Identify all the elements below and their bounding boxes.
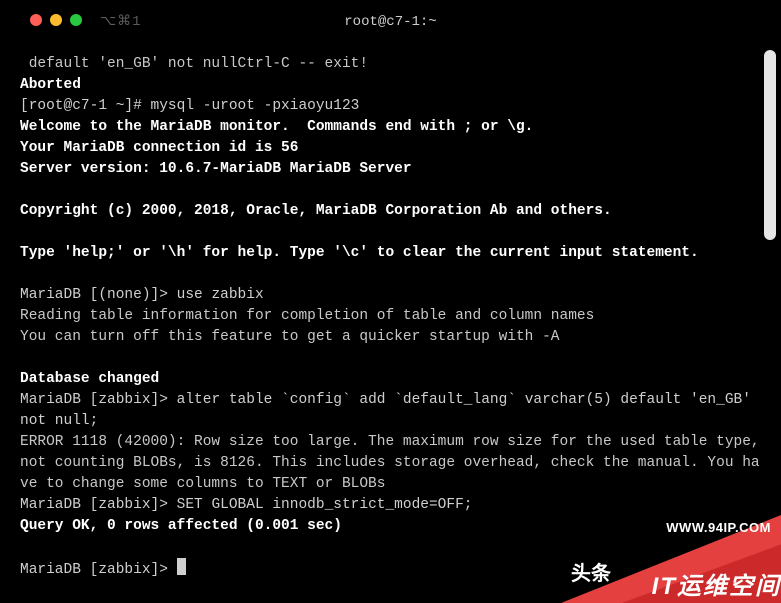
mariadb-prompt: MariaDB [zabbix]> <box>20 497 177 513</box>
output-line: Aborted <box>20 75 761 96</box>
prompt-line: MariaDB [zabbix]> SET GLOBAL innodb_stri… <box>20 495 761 516</box>
output-line: Reading table information for completion… <box>20 306 761 327</box>
mariadb-prompt: MariaDB [zabbix]> <box>20 392 177 408</box>
error-line: ERROR 1118 (42000): Row size too large. … <box>20 432 761 495</box>
output-line: Copyright (c) 2000, 2018, Oracle, MariaD… <box>20 201 761 222</box>
shell-prompt: [root@c7-1 ~]# <box>20 98 151 114</box>
prompt-line: [root@c7-1 ~]# mysql -uroot -pxiaoyu123 <box>20 96 761 117</box>
output-line: Query OK, 0 rows affected (0.001 sec) <box>20 516 761 537</box>
blank-line <box>20 222 761 243</box>
zoom-icon[interactable] <box>70 14 82 26</box>
output-line: You can turn off this feature to get a q… <box>20 327 761 348</box>
shell-command: mysql -uroot -pxiaoyu123 <box>151 98 360 114</box>
prompt-line: MariaDB [zabbix]> <box>20 558 761 581</box>
minimize-icon[interactable] <box>50 14 62 26</box>
titlebar: ⌥⌘1 root@c7-1:~ <box>0 0 781 44</box>
output-line: Type 'help;' or '\h' for help. Type '\c'… <box>20 243 761 264</box>
tab-shortcut: ⌥⌘1 <box>100 12 142 33</box>
output-line: Welcome to the MariaDB monitor. Commands… <box>20 117 761 138</box>
cursor-icon <box>177 558 186 575</box>
terminal-window: ⌥⌘1 root@c7-1:~ default 'en_GB' not null… <box>0 0 781 603</box>
blank-line <box>20 348 761 369</box>
prompt-line: MariaDB [zabbix]> alter table `config` a… <box>20 390 761 432</box>
blank-line <box>20 537 761 558</box>
blank-line <box>20 264 761 285</box>
watermark-text: 头条 <box>571 564 611 585</box>
output-line: Database changed <box>20 369 761 390</box>
mariadb-prompt: MariaDB [zabbix]> <box>20 562 177 578</box>
output-line: default 'en_GB' not nullCtrl-C -- exit! <box>20 54 761 75</box>
prompt-line: MariaDB [(none)]> use zabbix <box>20 285 761 306</box>
close-icon[interactable] <box>30 14 42 26</box>
mariadb-prompt: MariaDB [(none)]> <box>20 287 177 303</box>
blank-line <box>20 180 761 201</box>
output-line: Your MariaDB connection id is 56 <box>20 138 761 159</box>
terminal-output[interactable]: default 'en_GB' not nullCtrl-C -- exit! … <box>20 54 761 603</box>
sql-command: SET GLOBAL innodb_strict_mode=OFF; <box>177 497 473 513</box>
scrollbar-thumb[interactable] <box>764 50 776 240</box>
window-controls <box>30 14 82 26</box>
sql-command: use zabbix <box>177 287 264 303</box>
output-line: Server version: 10.6.7-MariaDB MariaDB S… <box>20 159 761 180</box>
